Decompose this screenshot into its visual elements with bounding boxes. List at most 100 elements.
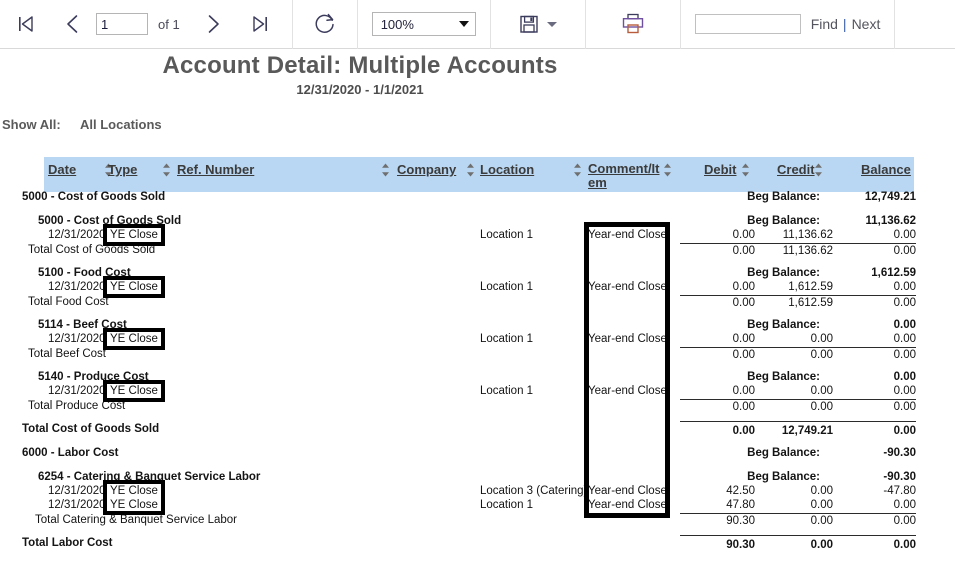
group-beg-balance: -90.30 bbox=[883, 447, 916, 459]
table-row-date: 12/31/2020 bbox=[48, 499, 106, 511]
first-page-icon bbox=[19, 16, 33, 32]
subtotal-rule bbox=[680, 399, 916, 400]
account-total-debit: 0.00 bbox=[732, 245, 755, 257]
sort-toggle-type[interactable] bbox=[162, 163, 171, 177]
last-page-button[interactable] bbox=[236, 4, 282, 44]
next-page-button[interactable] bbox=[190, 4, 236, 44]
column-header-credit[interactable]: Credit bbox=[777, 162, 815, 177]
table-row-location: Location 1 bbox=[480, 499, 534, 511]
account-total-label: Total Food Cost bbox=[28, 296, 109, 308]
column-header-location[interactable]: Location bbox=[480, 162, 534, 177]
table-row-date: 12/31/2020 bbox=[48, 485, 106, 497]
column-header-debit[interactable]: Debit bbox=[704, 162, 737, 177]
table-row-comment: Year-end Close bbox=[588, 385, 667, 397]
page-number-input[interactable] bbox=[96, 13, 148, 35]
column-header-date[interactable]: Date bbox=[48, 162, 76, 177]
find-group: Find | Next bbox=[681, 0, 881, 49]
table-row-balance: 0.00 bbox=[893, 281, 916, 293]
table-row-comment: Year-end Close bbox=[588, 229, 667, 241]
previous-page-button[interactable] bbox=[50, 4, 96, 44]
group-total-balance: 0.00 bbox=[893, 425, 916, 437]
sort-toggle-company[interactable] bbox=[466, 163, 475, 177]
group-total-debit: 90.30 bbox=[726, 539, 755, 551]
refresh-icon bbox=[315, 13, 334, 33]
column-header-ref-number[interactable]: Ref. Number bbox=[177, 162, 254, 177]
account-total-label: Total Catering & Banquet Service Labor bbox=[35, 514, 238, 526]
chevron-down-icon bbox=[547, 21, 558, 27]
table-row-type: YE Close bbox=[110, 333, 158, 345]
column-header-balance[interactable]: Balance bbox=[861, 162, 911, 177]
table-row-location: Location 1 bbox=[480, 333, 534, 345]
sort-toggle-debit[interactable] bbox=[741, 163, 750, 177]
table-row-comment: Year-end Close bbox=[588, 499, 667, 511]
account-total-debit: 0.00 bbox=[732, 297, 755, 309]
sort-toggle-ref-number[interactable] bbox=[381, 163, 390, 177]
table-row-balance: 0.00 bbox=[893, 333, 916, 345]
column-header-type[interactable]: Type bbox=[108, 162, 137, 177]
highlight-box-comment-column bbox=[584, 222, 670, 518]
table-row-comment: Year-end Close bbox=[588, 281, 667, 293]
account-header-label: 5100 - Food Cost bbox=[38, 267, 131, 279]
group-total-rule bbox=[680, 535, 916, 536]
previous-page-icon bbox=[67, 15, 78, 33]
find-next-button[interactable]: Next bbox=[852, 16, 881, 32]
table-row-balance: 0.00 bbox=[893, 385, 916, 397]
find-separator: | bbox=[842, 16, 847, 32]
print-button[interactable] bbox=[598, 1, 668, 47]
account-total-balance: 0.00 bbox=[893, 245, 916, 257]
account-total-credit: 11,136.62 bbox=[782, 245, 833, 257]
group-header-label: 5000 - Cost of Goods Sold bbox=[22, 191, 166, 203]
account-header-label: 5114 - Beef Cost bbox=[38, 319, 127, 331]
group-total-debit: 0.00 bbox=[732, 425, 755, 437]
column-header-company[interactable]: Company bbox=[397, 162, 456, 177]
account-beg-balance: -90.30 bbox=[883, 471, 916, 483]
table-row-comment: Year-end Close bbox=[588, 485, 667, 497]
zoom-value: 100% bbox=[380, 16, 414, 32]
table-row-location: Location 1 bbox=[480, 229, 534, 241]
search-input[interactable] bbox=[694, 14, 801, 34]
group-total-balance: 0.00 bbox=[893, 539, 916, 551]
report-toolbar: of 1 bbox=[0, 0, 955, 49]
subtotal-rule bbox=[680, 347, 916, 348]
account-total-label: Total Produce Cost bbox=[28, 400, 126, 412]
table-row-debit: 42.50 bbox=[726, 485, 755, 497]
last-page-icon bbox=[252, 16, 267, 32]
table-row-credit: 0.00 bbox=[810, 333, 833, 345]
table-row-balance: -47.80 bbox=[883, 485, 916, 497]
table-row-credit: 11,136.62 bbox=[782, 229, 833, 241]
table-row-location: Location 1 bbox=[480, 281, 534, 293]
account-total-credit: 0.00 bbox=[810, 349, 833, 361]
table-row-credit: 0.00 bbox=[810, 499, 833, 511]
account-total-balance: 0.00 bbox=[893, 297, 916, 309]
pagination-group: of 1 bbox=[0, 0, 282, 49]
export-save-button[interactable] bbox=[499, 1, 577, 47]
table-row-credit: 0.00 bbox=[810, 385, 833, 397]
account-header-label: 5000 - Cost of Goods Sold bbox=[38, 215, 182, 227]
table-row-date: 12/31/2020 bbox=[48, 385, 106, 397]
print-group bbox=[586, 0, 680, 49]
refresh-button[interactable] bbox=[293, 1, 357, 47]
table-row-date: 12/31/2020 bbox=[48, 229, 106, 241]
find-button[interactable]: Find bbox=[811, 16, 838, 32]
sort-toggle-comment-item[interactable] bbox=[663, 163, 672, 177]
report-canvas: Account Detail: Multiple Accounts 12/31/… bbox=[0, 49, 955, 561]
table-row-date: 12/31/2020 bbox=[48, 281, 106, 293]
account-total-label: Total Beef Cost bbox=[28, 348, 106, 360]
sort-toggle-location[interactable] bbox=[573, 163, 582, 177]
sort-toggle-credit[interactable] bbox=[814, 163, 823, 177]
report-date-range: 12/31/2020 - 1/1/2021 bbox=[296, 82, 424, 97]
table-row-type: YE Close bbox=[110, 499, 158, 511]
group-total-rule bbox=[680, 421, 916, 422]
export-group bbox=[491, 0, 585, 49]
zoom-select[interactable]: 100% bbox=[371, 12, 476, 36]
table-row-debit: 47.80 bbox=[726, 499, 755, 511]
first-page-button[interactable] bbox=[4, 4, 50, 44]
account-beg-balance: 0.00 bbox=[893, 371, 916, 383]
account-total-balance: 0.00 bbox=[893, 515, 916, 527]
table-row-balance: 0.00 bbox=[893, 499, 916, 511]
column-header-comment-item[interactable]: Comment/It em bbox=[588, 162, 660, 190]
group-header-label: 6000 - Labor Cost bbox=[22, 447, 119, 459]
table-row-debit: 0.00 bbox=[732, 281, 755, 293]
toolbar-divider-6 bbox=[894, 0, 896, 49]
printer-icon bbox=[622, 13, 643, 34]
